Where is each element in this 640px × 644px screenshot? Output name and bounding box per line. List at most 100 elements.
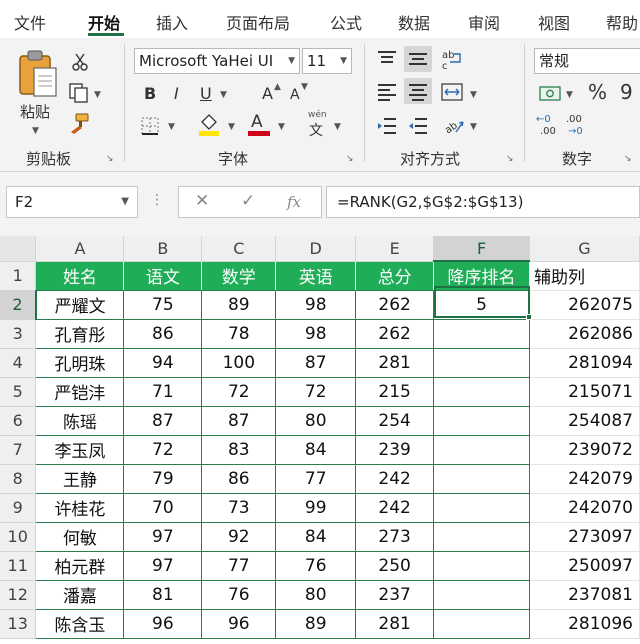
row-header[interactable]: 9	[0, 493, 37, 523]
header-cell-name[interactable]: 姓名	[35, 261, 125, 291]
cell-english[interactable]: 76	[275, 551, 357, 581]
cell-math[interactable]: 96	[201, 609, 277, 639]
column-header-d[interactable]: D	[275, 236, 357, 262]
cell-rank[interactable]	[433, 493, 531, 523]
comma-style-button[interactable]: 9	[620, 82, 633, 102]
phonetic-dropdown-icon[interactable]: ▼	[334, 122, 341, 132]
cell-chinese[interactable]: 71	[123, 377, 203, 407]
shrink-font-button[interactable]: A	[290, 85, 300, 105]
increase-decimal-icon[interactable]: ←0 .00	[536, 112, 562, 136]
merge-center-icon[interactable]	[440, 82, 464, 102]
fill-color-dropdown-icon[interactable]: ▼	[228, 122, 235, 132]
cell-chinese[interactable]: 87	[123, 406, 203, 436]
tab-data[interactable]: 数据	[398, 10, 430, 34]
cell-chinese[interactable]: 70	[123, 493, 203, 523]
font-color-dropdown-icon[interactable]: ▼	[278, 122, 285, 132]
tab-insert[interactable]: 插入	[156, 10, 188, 34]
enter-formula-icon[interactable]: ✓	[241, 191, 255, 211]
cell-math[interactable]: 73	[201, 493, 277, 523]
header-cell-math[interactable]: 数学	[201, 261, 277, 291]
border-dropdown-icon[interactable]: ▼	[168, 122, 175, 132]
underline-button[interactable]: U	[200, 84, 212, 104]
cell-chinese[interactable]: 97	[123, 522, 203, 552]
orientation-dropdown-icon[interactable]: ▼	[470, 122, 477, 132]
cell-english[interactable]: 98	[275, 290, 357, 320]
row-header[interactable]: 12	[0, 580, 37, 610]
cell-name[interactable]: 李玉凤	[35, 435, 125, 465]
cell-rank[interactable]	[433, 609, 531, 639]
cell-rank[interactable]	[433, 522, 531, 552]
cell-total[interactable]: 215	[355, 377, 435, 407]
cancel-formula-icon[interactable]: ✕	[195, 191, 209, 211]
cell-chinese[interactable]: 72	[123, 435, 203, 465]
row-header[interactable]: 11	[0, 551, 37, 581]
cell-helper[interactable]: 273097	[529, 521, 640, 552]
top-align-icon[interactable]	[376, 50, 398, 70]
font-launcher-icon[interactable]: ↘	[346, 154, 354, 164]
select-all-corner[interactable]	[0, 236, 37, 262]
insert-function-icon[interactable]: fx	[287, 193, 301, 211]
copy-icon[interactable]	[68, 82, 90, 104]
number-format-combo[interactable]: 常规	[534, 48, 640, 74]
accounting-format-icon[interactable]	[538, 82, 564, 104]
cell-math[interactable]: 87	[201, 406, 277, 436]
cell-rank[interactable]	[433, 319, 531, 349]
cell-rank[interactable]	[433, 464, 531, 494]
cell-chinese[interactable]: 94	[123, 348, 203, 378]
cut-icon[interactable]	[70, 52, 90, 72]
cell-total[interactable]: 262	[355, 290, 435, 320]
header-cell-helper[interactable]: 辅助列	[529, 261, 640, 291]
cell-english[interactable]: 98	[275, 319, 357, 349]
cell-total[interactable]: 273	[355, 522, 435, 552]
cell-rank[interactable]	[433, 580, 531, 610]
cell-helper[interactable]: 250097	[529, 550, 640, 581]
alignment-launcher-icon[interactable]: ↘	[506, 154, 514, 164]
middle-align-icon[interactable]	[407, 50, 429, 70]
header-cell-total[interactable]: 总分	[355, 261, 435, 291]
cell-rank[interactable]	[433, 377, 531, 407]
row-header[interactable]: 6	[0, 406, 37, 436]
bold-button[interactable]: B	[144, 84, 156, 104]
cell-total[interactable]: 281	[355, 609, 435, 639]
cell-english[interactable]: 87	[275, 348, 357, 378]
cell-english[interactable]: 72	[275, 377, 357, 407]
cell-name[interactable]: 严耀文	[35, 290, 125, 320]
row-header[interactable]: 4	[0, 348, 37, 378]
fill-color-icon[interactable]	[198, 112, 220, 136]
format-painter-icon[interactable]	[68, 112, 90, 134]
cell-rank[interactable]	[433, 435, 531, 465]
cell-name[interactable]: 许桂花	[35, 493, 125, 523]
cell-total[interactable]: 254	[355, 406, 435, 436]
tab-help[interactable]: 帮助	[606, 10, 638, 34]
cell-chinese[interactable]: 81	[123, 580, 203, 610]
merge-dropdown-icon[interactable]: ▼	[470, 90, 477, 100]
paste-button[interactable]: 粘贴 ▼	[10, 46, 62, 142]
align-left-icon[interactable]	[376, 82, 398, 102]
tab-file[interactable]: 文件	[14, 10, 46, 34]
cell-total[interactable]: 242	[355, 493, 435, 523]
cell-math[interactable]: 83	[201, 435, 277, 465]
cell-rank[interactable]	[433, 348, 531, 378]
cell-helper[interactable]: 242079	[529, 463, 640, 494]
column-header-c[interactable]: C	[201, 236, 277, 262]
cell-name[interactable]: 何敏	[35, 522, 125, 552]
cell-name[interactable]: 孔育彤	[35, 319, 125, 349]
tab-review[interactable]: 审阅	[468, 10, 500, 34]
cell-name[interactable]: 王静	[35, 464, 125, 494]
clipboard-launcher-icon[interactable]: ↘	[106, 154, 114, 164]
formula-bar-grip-icon[interactable]: ⋮	[150, 192, 164, 208]
accounting-dropdown-icon[interactable]: ▼	[566, 90, 573, 100]
border-icon[interactable]	[140, 116, 160, 136]
cell-helper[interactable]: 254087	[529, 405, 640, 436]
cell-english[interactable]: 77	[275, 464, 357, 494]
decrease-indent-icon[interactable]	[376, 116, 398, 136]
cell-rank[interactable]	[433, 551, 531, 581]
copy-dropdown-icon[interactable]: ▼	[94, 90, 101, 100]
cell-total[interactable]: 262	[355, 319, 435, 349]
cell-total[interactable]: 237	[355, 580, 435, 610]
column-header-f[interactable]: F	[433, 236, 531, 262]
row-header[interactable]: 3	[0, 319, 37, 349]
cell-math[interactable]: 72	[201, 377, 277, 407]
cell-chinese[interactable]: 75	[123, 290, 203, 320]
cell-name[interactable]: 陈瑶	[35, 406, 125, 436]
